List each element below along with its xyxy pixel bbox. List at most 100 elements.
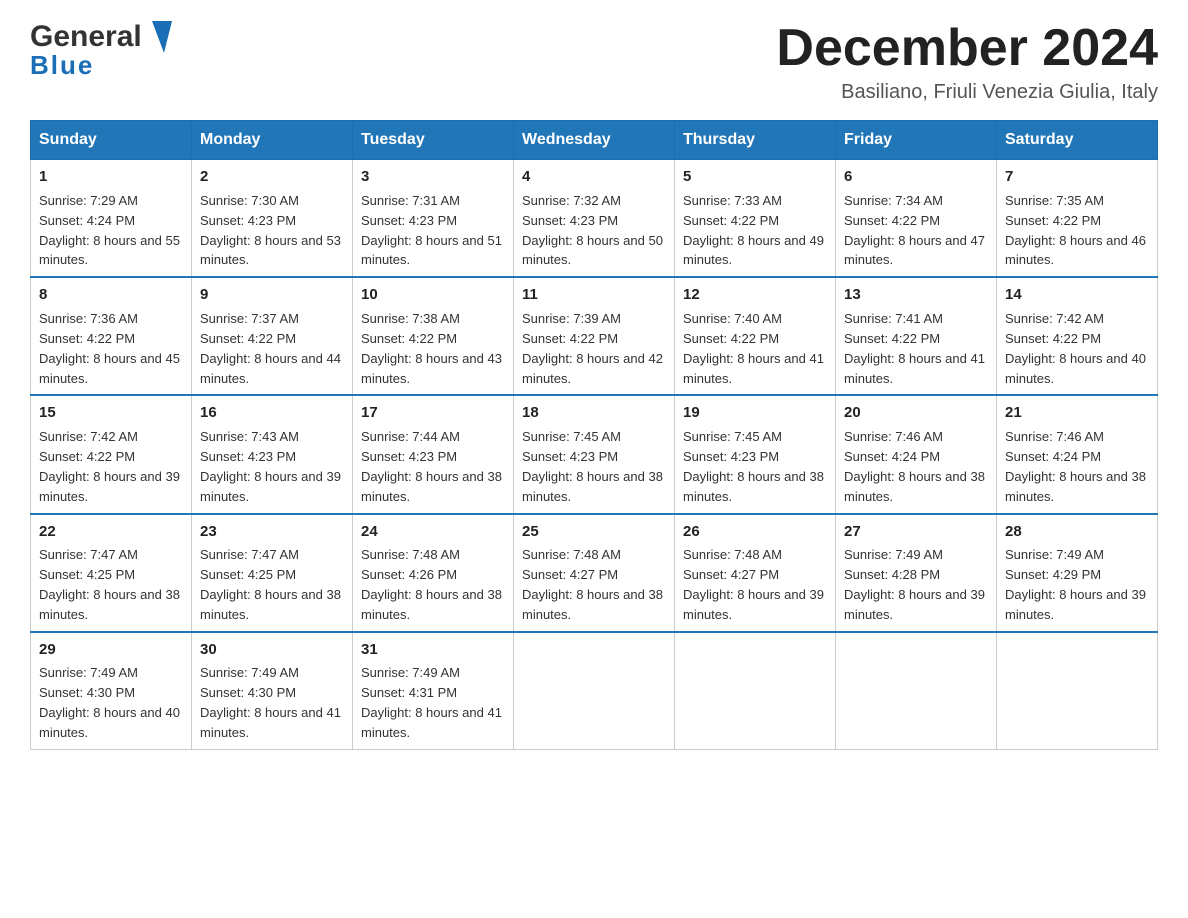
- day-sunrise: Sunrise: 7:49 AM: [39, 665, 138, 680]
- calendar-cell: 25 Sunrise: 7:48 AM Sunset: 4:27 PM Dayl…: [514, 514, 675, 632]
- calendar-cell: 18 Sunrise: 7:45 AM Sunset: 4:23 PM Dayl…: [514, 395, 675, 513]
- day-sunrise: Sunrise: 7:49 AM: [200, 665, 299, 680]
- day-daylight: Daylight: 8 hours and 39 minutes.: [39, 469, 180, 504]
- calendar-cell: 17 Sunrise: 7:44 AM Sunset: 4:23 PM Dayl…: [353, 395, 514, 513]
- day-daylight: Daylight: 8 hours and 41 minutes.: [683, 351, 824, 386]
- day-daylight: Daylight: 8 hours and 43 minutes.: [361, 351, 502, 386]
- day-sunrise: Sunrise: 7:34 AM: [844, 193, 943, 208]
- day-sunrise: Sunrise: 7:46 AM: [1005, 429, 1104, 444]
- calendar-cell: 24 Sunrise: 7:48 AM Sunset: 4:26 PM Dayl…: [353, 514, 514, 632]
- day-sunrise: Sunrise: 7:40 AM: [683, 311, 782, 326]
- day-sunrise: Sunrise: 7:33 AM: [683, 193, 782, 208]
- day-number: 28: [1005, 521, 1149, 543]
- col-saturday: Saturday: [997, 121, 1158, 160]
- day-sunrise: Sunrise: 7:41 AM: [844, 311, 943, 326]
- day-daylight: Daylight: 8 hours and 55 minutes.: [39, 233, 180, 268]
- calendar-cell: [514, 632, 675, 750]
- calendar-cell: 5 Sunrise: 7:33 AM Sunset: 4:22 PM Dayli…: [675, 160, 836, 278]
- day-number: 5: [683, 166, 827, 188]
- col-monday: Monday: [192, 121, 353, 160]
- day-daylight: Daylight: 8 hours and 39 minutes.: [683, 587, 824, 622]
- day-daylight: Daylight: 8 hours and 38 minutes.: [522, 587, 663, 622]
- page-subtitle: Basiliano, Friuli Venezia Giulia, Italy: [776, 81, 1158, 104]
- day-daylight: Daylight: 8 hours and 40 minutes.: [39, 705, 180, 740]
- day-daylight: Daylight: 8 hours and 41 minutes.: [200, 705, 341, 740]
- day-number: 1: [39, 166, 183, 188]
- day-number: 7: [1005, 166, 1149, 188]
- day-number: 20: [844, 402, 988, 424]
- page-header: General Blue December 2024 Basiliano, Fr…: [30, 20, 1158, 104]
- day-daylight: Daylight: 8 hours and 41 minutes.: [361, 705, 502, 740]
- day-sunset: Sunset: 4:30 PM: [200, 685, 296, 700]
- day-daylight: Daylight: 8 hours and 50 minutes.: [522, 233, 663, 268]
- logo-blue-text: Blue: [30, 50, 94, 81]
- calendar-cell: [836, 632, 997, 750]
- day-sunset: Sunset: 4:23 PM: [200, 449, 296, 464]
- day-daylight: Daylight: 8 hours and 49 minutes.: [683, 233, 824, 268]
- calendar-cell: 23 Sunrise: 7:47 AM Sunset: 4:25 PM Dayl…: [192, 514, 353, 632]
- calendar-cell: 19 Sunrise: 7:45 AM Sunset: 4:23 PM Dayl…: [675, 395, 836, 513]
- calendar-cell: 12 Sunrise: 7:40 AM Sunset: 4:22 PM Dayl…: [675, 277, 836, 395]
- day-sunset: Sunset: 4:26 PM: [361, 567, 457, 582]
- day-number: 9: [200, 284, 344, 306]
- title-block: December 2024 Basiliano, Friuli Venezia …: [776, 20, 1158, 104]
- day-sunset: Sunset: 4:24 PM: [1005, 449, 1101, 464]
- calendar-cell: [675, 632, 836, 750]
- calendar-cell: 14 Sunrise: 7:42 AM Sunset: 4:22 PM Dayl…: [997, 277, 1158, 395]
- day-daylight: Daylight: 8 hours and 42 minutes.: [522, 351, 663, 386]
- day-daylight: Daylight: 8 hours and 40 minutes.: [1005, 351, 1146, 386]
- calendar-cell: 16 Sunrise: 7:43 AM Sunset: 4:23 PM Dayl…: [192, 395, 353, 513]
- day-number: 15: [39, 402, 183, 424]
- day-number: 26: [683, 521, 827, 543]
- day-sunrise: Sunrise: 7:45 AM: [522, 429, 621, 444]
- day-sunrise: Sunrise: 7:49 AM: [1005, 547, 1104, 562]
- calendar-body: 1 Sunrise: 7:29 AM Sunset: 4:24 PM Dayli…: [31, 160, 1158, 750]
- calendar-cell: 10 Sunrise: 7:38 AM Sunset: 4:22 PM Dayl…: [353, 277, 514, 395]
- day-number: 27: [844, 521, 988, 543]
- calendar-cell: 6 Sunrise: 7:34 AM Sunset: 4:22 PM Dayli…: [836, 160, 997, 278]
- calendar-cell: 15 Sunrise: 7:42 AM Sunset: 4:22 PM Dayl…: [31, 395, 192, 513]
- day-sunset: Sunset: 4:23 PM: [683, 449, 779, 464]
- calendar-cell: 21 Sunrise: 7:46 AM Sunset: 4:24 PM Dayl…: [997, 395, 1158, 513]
- day-sunrise: Sunrise: 7:46 AM: [844, 429, 943, 444]
- calendar-cell: 11 Sunrise: 7:39 AM Sunset: 4:22 PM Dayl…: [514, 277, 675, 395]
- calendar-cell: 3 Sunrise: 7:31 AM Sunset: 4:23 PM Dayli…: [353, 160, 514, 278]
- day-number: 19: [683, 402, 827, 424]
- day-sunrise: Sunrise: 7:49 AM: [361, 665, 460, 680]
- day-number: 16: [200, 402, 344, 424]
- day-sunset: Sunset: 4:22 PM: [844, 331, 940, 346]
- day-number: 14: [1005, 284, 1149, 306]
- day-daylight: Daylight: 8 hours and 46 minutes.: [1005, 233, 1146, 268]
- day-sunrise: Sunrise: 7:31 AM: [361, 193, 460, 208]
- day-sunset: Sunset: 4:25 PM: [39, 567, 135, 582]
- calendar-cell: 31 Sunrise: 7:49 AM Sunset: 4:31 PM Dayl…: [353, 632, 514, 750]
- day-sunrise: Sunrise: 7:35 AM: [1005, 193, 1104, 208]
- day-daylight: Daylight: 8 hours and 38 minutes.: [200, 587, 341, 622]
- day-sunrise: Sunrise: 7:47 AM: [39, 547, 138, 562]
- col-friday: Friday: [836, 121, 997, 160]
- calendar-header: Sunday Monday Tuesday Wednesday Thursday…: [31, 121, 1158, 160]
- day-number: 13: [844, 284, 988, 306]
- logo-arrow-icon: [144, 21, 172, 53]
- day-sunset: Sunset: 4:27 PM: [522, 567, 618, 582]
- day-sunset: Sunset: 4:24 PM: [39, 213, 135, 228]
- calendar-cell: 1 Sunrise: 7:29 AM Sunset: 4:24 PM Dayli…: [31, 160, 192, 278]
- day-daylight: Daylight: 8 hours and 38 minutes.: [39, 587, 180, 622]
- day-number: 31: [361, 639, 505, 661]
- day-sunrise: Sunrise: 7:42 AM: [1005, 311, 1104, 326]
- day-daylight: Daylight: 8 hours and 44 minutes.: [200, 351, 341, 386]
- day-sunset: Sunset: 4:28 PM: [844, 567, 940, 582]
- col-sunday: Sunday: [31, 121, 192, 160]
- day-sunrise: Sunrise: 7:32 AM: [522, 193, 621, 208]
- page-title: December 2024: [776, 20, 1158, 77]
- calendar-cell: 7 Sunrise: 7:35 AM Sunset: 4:22 PM Dayli…: [997, 160, 1158, 278]
- day-sunrise: Sunrise: 7:49 AM: [844, 547, 943, 562]
- calendar-cell: 30 Sunrise: 7:49 AM Sunset: 4:30 PM Dayl…: [192, 632, 353, 750]
- day-sunset: Sunset: 4:22 PM: [39, 331, 135, 346]
- day-number: 11: [522, 284, 666, 306]
- day-sunset: Sunset: 4:23 PM: [200, 213, 296, 228]
- day-number: 24: [361, 521, 505, 543]
- calendar-cell: 29 Sunrise: 7:49 AM Sunset: 4:30 PM Dayl…: [31, 632, 192, 750]
- day-sunset: Sunset: 4:22 PM: [200, 331, 296, 346]
- calendar-cell: 27 Sunrise: 7:49 AM Sunset: 4:28 PM Dayl…: [836, 514, 997, 632]
